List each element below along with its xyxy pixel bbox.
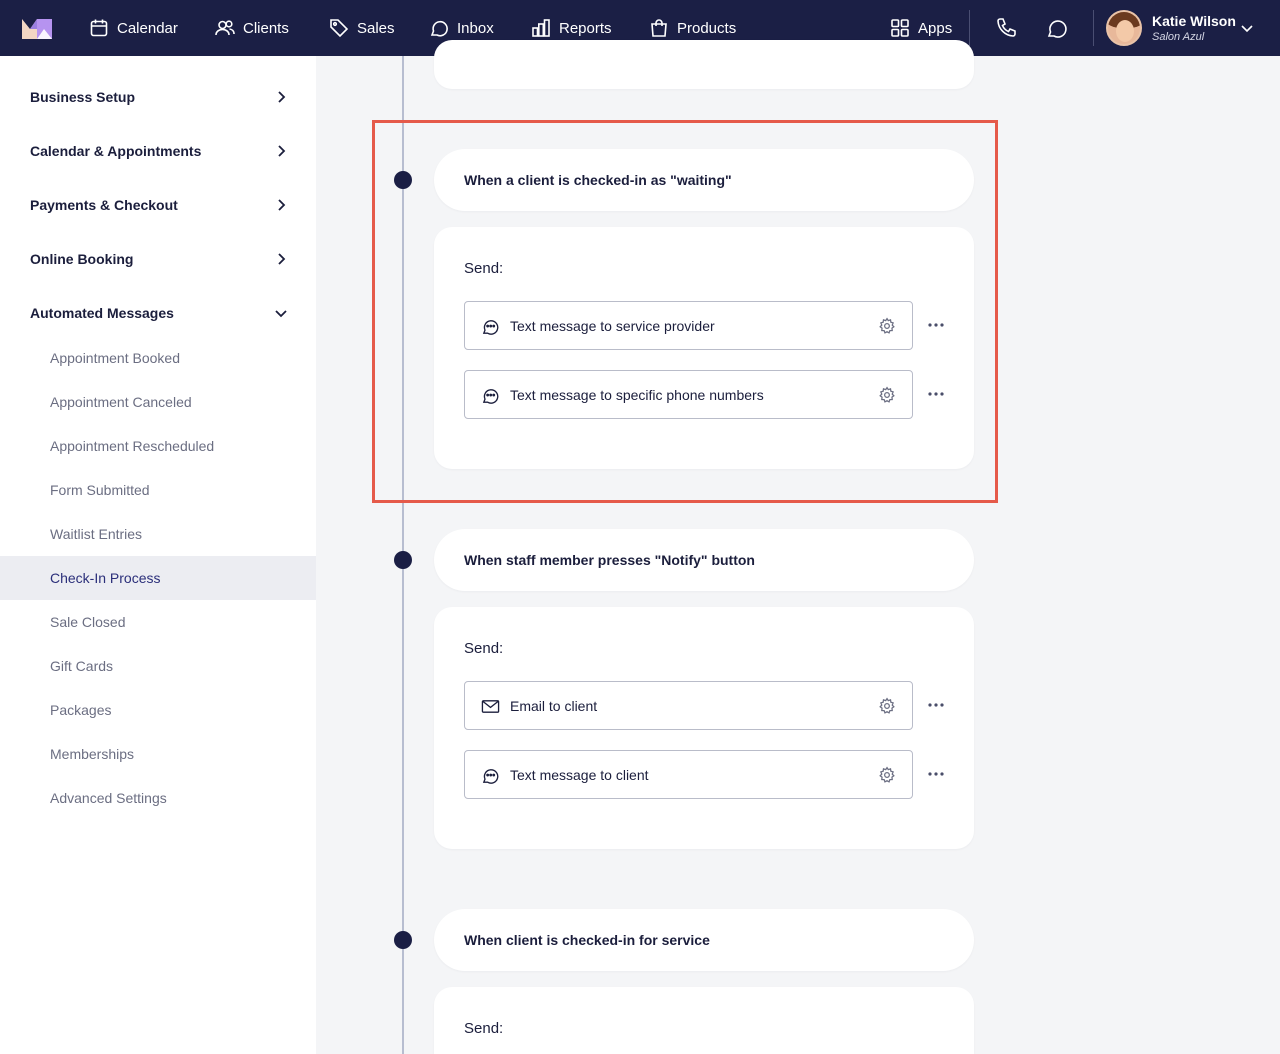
sidebar-section-payments-checkout[interactable]: Payments & Checkout (0, 178, 316, 232)
nav-clients[interactable]: Clients (215, 0, 289, 56)
sidebar-section-business-setup[interactable]: Business Setup (0, 70, 316, 124)
sidebar-item-appointment-rescheduled[interactable]: Appointment Rescheduled (0, 424, 316, 468)
sidebar-item-form-submitted[interactable]: Form Submitted (0, 468, 316, 512)
sidebar-item-packages[interactable]: Packages (0, 688, 316, 732)
sidebar-section-label: Business Setup (30, 89, 136, 105)
sidebar-item-label: Appointment Rescheduled (50, 438, 215, 454)
sidebar-section-automated-messages[interactable]: Automated Messages (0, 286, 316, 340)
brand-logo[interactable] (22, 17, 52, 39)
user-name[interactable]: Katie Wilson (1152, 13, 1236, 29)
sidebar-item-advanced-settings[interactable]: Advanced Settings (0, 776, 316, 820)
nav-products-label: Products (677, 19, 737, 37)
sidebar-item-label: Appointment Booked (50, 350, 180, 366)
timeline-dot (394, 551, 412, 569)
tag-icon (330, 19, 349, 38)
trigger-card-notify: When staff member presses "Notify" butto… (434, 529, 974, 591)
sidebar-item-gift-cards[interactable]: Gift Cards (0, 644, 316, 688)
sidebar-item-label: Gift Cards (50, 658, 114, 674)
send-label: Send: (464, 1020, 504, 1037)
send-card-checked-in-service: Send: (434, 987, 974, 1054)
action-label: Text message to client (510, 767, 649, 783)
action-text-client[interactable]: Text message to client (464, 750, 913, 799)
chevron-down-icon[interactable] (1240, 21, 1254, 35)
chevron-down-icon (275, 310, 287, 318)
timeline-dot (394, 931, 412, 949)
nav-calendar-label: Calendar (117, 19, 178, 37)
highlight-box (372, 120, 998, 503)
sidebar-section-label: Calendar & Appointments (30, 143, 202, 159)
chevron-right-icon (278, 253, 286, 265)
sidebar-section-label: Online Booking (30, 251, 134, 267)
calendar-icon (90, 19, 108, 37)
nav-sales[interactable]: Sales (329, 0, 395, 56)
sidebar-item-label: Appointment Canceled (50, 394, 192, 410)
sidebar-item-label: Memberships (50, 746, 135, 762)
sidebar-item-label: Packages (50, 702, 112, 718)
sidebar-section-label: Automated Messages (30, 305, 174, 321)
inbox-icon (430, 20, 448, 37)
send-card-notify: Send: Email to client Text message to cl… (434, 607, 974, 849)
nav-clients-label: Clients (243, 19, 289, 37)
settings-sidebar: Business Setup Calendar & Appointments P… (0, 56, 316, 1054)
nav-reports-label: Reports (559, 19, 612, 37)
previous-action-card (434, 40, 974, 89)
sidebar-item-label: Check-In Process (50, 570, 161, 586)
business-name: Salon Azul (1152, 31, 1205, 43)
sidebar-item-check-in-process[interactable]: Check-In Process (0, 556, 316, 600)
reports-icon (532, 19, 550, 37)
action-email-client[interactable]: Email to client (464, 681, 913, 730)
sidebar-item-label: Sale Closed (50, 614, 126, 630)
more-options-icon[interactable] (926, 695, 946, 715)
sidebar-item-label: Waitlist Entries (50, 526, 143, 542)
send-label: Send: (464, 640, 504, 657)
sidebar-section-calendar-appointments[interactable]: Calendar & Appointments (0, 124, 316, 178)
gear-icon[interactable] (878, 766, 896, 784)
trigger-title: When staff member presses "Notify" butto… (464, 552, 755, 568)
sidebar-item-label: Advanced Settings (50, 790, 167, 806)
sidebar-item-label: Form Submitted (50, 482, 150, 498)
trigger-card-checked-in-service: When client is checked-in for service (434, 909, 974, 971)
nav-divider (1093, 10, 1094, 46)
chat-icon[interactable] (1045, 16, 1069, 40)
gear-icon[interactable] (878, 697, 896, 715)
nav-divider (969, 10, 970, 46)
sidebar-item-sale-closed[interactable]: Sale Closed (0, 600, 316, 644)
sidebar-item-appointment-canceled[interactable]: Appointment Canceled (0, 380, 316, 424)
chevron-right-icon (278, 91, 286, 103)
apps-grid-icon (891, 19, 909, 37)
chevron-right-icon (278, 145, 286, 157)
nav-calendar[interactable]: Calendar (89, 0, 178, 56)
sidebar-section-label: Payments & Checkout (30, 197, 178, 213)
nav-sales-label: Sales (357, 19, 395, 37)
chat-bubble-icon (482, 769, 499, 784)
clients-icon (215, 20, 235, 36)
trigger-title: When client is checked-in for service (464, 932, 710, 948)
avatar[interactable] (1106, 10, 1142, 46)
more-options-icon[interactable] (926, 764, 946, 784)
action-label: Email to client (510, 698, 598, 714)
bag-icon (651, 19, 667, 37)
sidebar-item-waitlist-entries[interactable]: Waitlist Entries (0, 512, 316, 556)
envelope-icon (481, 700, 500, 713)
chevron-right-icon (278, 199, 286, 211)
nav-apps-label: Apps (918, 19, 953, 37)
nav-inbox-label: Inbox (457, 19, 494, 37)
phone-icon[interactable] (994, 16, 1018, 40)
sidebar-section-online-booking[interactable]: Online Booking (0, 232, 316, 286)
sidebar-item-appointment-booked[interactable]: Appointment Booked (0, 336, 316, 380)
sidebar-item-memberships[interactable]: Memberships (0, 732, 316, 776)
